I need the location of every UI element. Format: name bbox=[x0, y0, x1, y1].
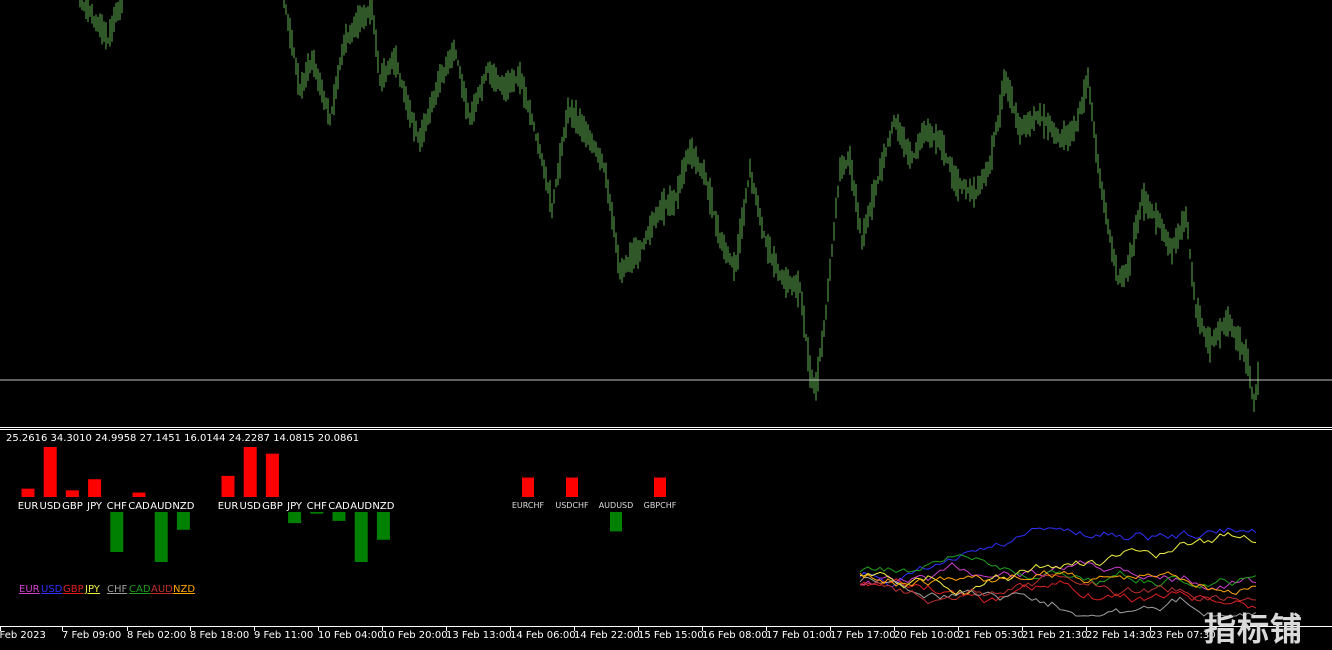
price-chart[interactable] bbox=[0, 0, 1332, 426]
pair-label: AUDUSD bbox=[599, 501, 634, 510]
strength-bar-down bbox=[288, 512, 302, 524]
currency-label: GBP bbox=[62, 501, 83, 512]
strength-bar-down bbox=[310, 512, 324, 514]
legend-item: JPY bbox=[85, 584, 100, 595]
strength-bar-up bbox=[265, 453, 279, 497]
pair-label: USDCHF bbox=[555, 501, 589, 510]
currency-label: USD bbox=[40, 501, 62, 512]
panel-separator[interactable] bbox=[0, 427, 1332, 428]
strength-bar-down bbox=[332, 512, 346, 521]
strength-histogram-1: EUR USD GBP JPY CHF CAD AUD NZD bbox=[18, 447, 195, 562]
currency-label: USD bbox=[240, 501, 262, 512]
time-label: 10 Feb 20:00 bbox=[382, 630, 448, 641]
time-label: 15 Feb 15:00 bbox=[638, 630, 704, 641]
currency-label: GBP bbox=[262, 501, 283, 512]
time-label: 17 Feb 01:00 bbox=[766, 630, 832, 641]
legend-item: AUD bbox=[151, 584, 173, 595]
time-label: 14 Feb 06:00 bbox=[510, 630, 576, 641]
pair-signal-bar bbox=[522, 477, 534, 497]
pair-signal-bar bbox=[566, 477, 578, 497]
currency-label: NZD bbox=[372, 501, 394, 512]
watermark-logo: 指标铺 bbox=[1204, 610, 1304, 648]
time-label: 17 Feb 17:00 bbox=[830, 630, 896, 641]
strength-bar-down bbox=[354, 512, 368, 562]
time-label: 14 Feb 22:00 bbox=[574, 630, 640, 641]
price-bars bbox=[79, 0, 1259, 412]
time-label: 21 Feb 05:30 bbox=[958, 630, 1024, 641]
time-label: 8 Feb 02:00 bbox=[127, 630, 187, 641]
strength-bar-up bbox=[88, 479, 102, 497]
strength-lines-chart bbox=[859, 527, 1257, 617]
currency-label: CHF bbox=[107, 501, 128, 512]
time-label: 16 Feb 08:00 bbox=[702, 630, 768, 641]
legend-item: GBP bbox=[63, 584, 84, 595]
strength-bar-up bbox=[21, 488, 35, 497]
legend-item: CAD bbox=[129, 584, 151, 595]
time-label: 7 Feb 09:00 bbox=[62, 630, 122, 641]
pair-label: GBPCHF bbox=[644, 501, 677, 510]
currency-label: AUD bbox=[150, 501, 172, 512]
strength-bar-up bbox=[221, 475, 235, 497]
time-axis: 6 Feb 2023 7 Feb 09:00 8 Feb 02:008 Feb 18… bbox=[0, 627, 1332, 648]
currency-label: AUD bbox=[350, 501, 372, 512]
pair-signal-bar bbox=[610, 512, 622, 532]
currency-label: CAD bbox=[128, 501, 150, 512]
strength-bar-down bbox=[154, 512, 168, 562]
strength-bar-up bbox=[132, 492, 146, 497]
strength-bar-down bbox=[110, 512, 124, 552]
legend-item: EUR bbox=[19, 584, 40, 595]
pair-signal-bars: EURCHF USDCHF AUDUSD GBPCHF bbox=[512, 477, 677, 532]
pair-label: EURCHF bbox=[512, 501, 545, 510]
currency-label: JPY bbox=[86, 501, 103, 512]
currency-strength-panel: EUR USD GBP JPY CHF CAD AUD NZD EUR USD GBP JPY CHF… bbox=[18, 447, 1257, 617]
strength-histogram-2: EUR USD GBP JPY CHF CAD AUD NZD bbox=[218, 447, 395, 562]
currency-label: EUR bbox=[18, 501, 39, 512]
time-label: 20 Feb 10:00 bbox=[894, 630, 960, 641]
legend-item: CHF bbox=[107, 584, 128, 595]
currency-label: EUR bbox=[218, 501, 239, 512]
strength-bar-down bbox=[376, 512, 390, 540]
time-label: 9 Feb 11:00 bbox=[254, 630, 314, 641]
time-label: 8 Feb 18:00 bbox=[190, 630, 250, 641]
strength-bar-up bbox=[243, 447, 257, 497]
legend-item: NZD bbox=[173, 584, 196, 595]
currency-label: CAD bbox=[328, 501, 350, 512]
strength-bar-down bbox=[176, 512, 190, 530]
strength-line bbox=[859, 527, 1257, 588]
currency-label: CHF bbox=[307, 501, 328, 512]
time-label: 21 Feb 21:30 bbox=[1022, 630, 1088, 641]
time-label: 10 Feb 04:00 bbox=[318, 630, 384, 641]
currency-label: JPY bbox=[286, 501, 303, 512]
strength-bar-up bbox=[65, 490, 79, 497]
time-label: 6 Feb 2023 bbox=[0, 630, 46, 641]
legend-item: USD bbox=[41, 584, 63, 595]
time-label: 13 Feb 13:00 bbox=[446, 630, 512, 641]
pair-signal-bar bbox=[654, 477, 666, 497]
time-label: 22 Feb 14:30 bbox=[1086, 630, 1152, 641]
strength-bar-up bbox=[43, 447, 57, 497]
currency-label: NZD bbox=[172, 501, 194, 512]
